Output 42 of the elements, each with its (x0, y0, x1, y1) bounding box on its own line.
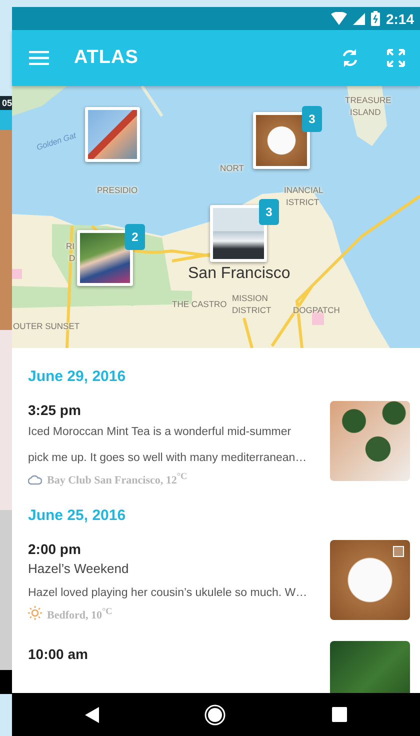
location-text: Bay Club San Francisco, 12$^{°C}$ (47, 471, 188, 487)
entry-time: 10:00 am (28, 645, 88, 664)
count-badge: 3 (302, 106, 322, 132)
map-label: NORT (220, 164, 244, 172)
city-label: San Francisco (188, 266, 290, 282)
date-heading: June 29, 2016 (28, 368, 127, 385)
photo-marker[interactable] (77, 230, 133, 286)
map-label: THE CASTRO (172, 300, 227, 308)
background-screen-label: 05 (0, 96, 12, 110)
battery-icon (370, 11, 380, 26)
status-time: 2:14 (386, 10, 414, 26)
app-title: ATLAS (74, 47, 140, 69)
entry-text: pick me up. It goes so well with many mediterranean… (28, 451, 307, 466)
entry-title: Hazel’s Weekend (28, 560, 129, 578)
map-label: TREASURE (345, 96, 392, 104)
back-icon (84, 706, 99, 722)
cloud-icon (28, 472, 42, 485)
map-label: ISTRICT (286, 198, 320, 206)
map-label: Golden Gat (36, 132, 78, 152)
photo-marker[interactable] (253, 112, 310, 169)
recents-icon (332, 707, 348, 722)
count-badge: 3 (259, 199, 279, 225)
date-heading: June 25, 2016 (28, 506, 127, 524)
map-label: MISSION (232, 294, 268, 302)
location-text: Bedford, 10$^{°C}$ (47, 606, 112, 622)
signal-icon (352, 12, 365, 24)
sync-icon (341, 48, 359, 68)
photo-marker[interactable] (210, 205, 267, 262)
map-label: DISTRICT (232, 306, 272, 314)
home-icon (204, 704, 226, 726)
entry-time: 3:25 pm (28, 401, 81, 419)
fullscreen-icon (387, 49, 405, 67)
entry-text: Hazel loved playing her cousin’s ukulele so much. W… (28, 586, 308, 601)
map-label: PRESIDIO (97, 186, 138, 194)
entry-text: Iced Moroccan Mint Tea is a wonderful mid-summer (28, 425, 292, 440)
map-label: ISLAND (350, 108, 381, 116)
count-badge: 2 (125, 224, 145, 250)
photo-marker[interactable] (85, 107, 140, 162)
wifi-icon (330, 12, 347, 25)
menu-icon (29, 51, 49, 65)
sun-icon (28, 606, 42, 620)
entry-time: 2:00 pm (28, 540, 81, 558)
